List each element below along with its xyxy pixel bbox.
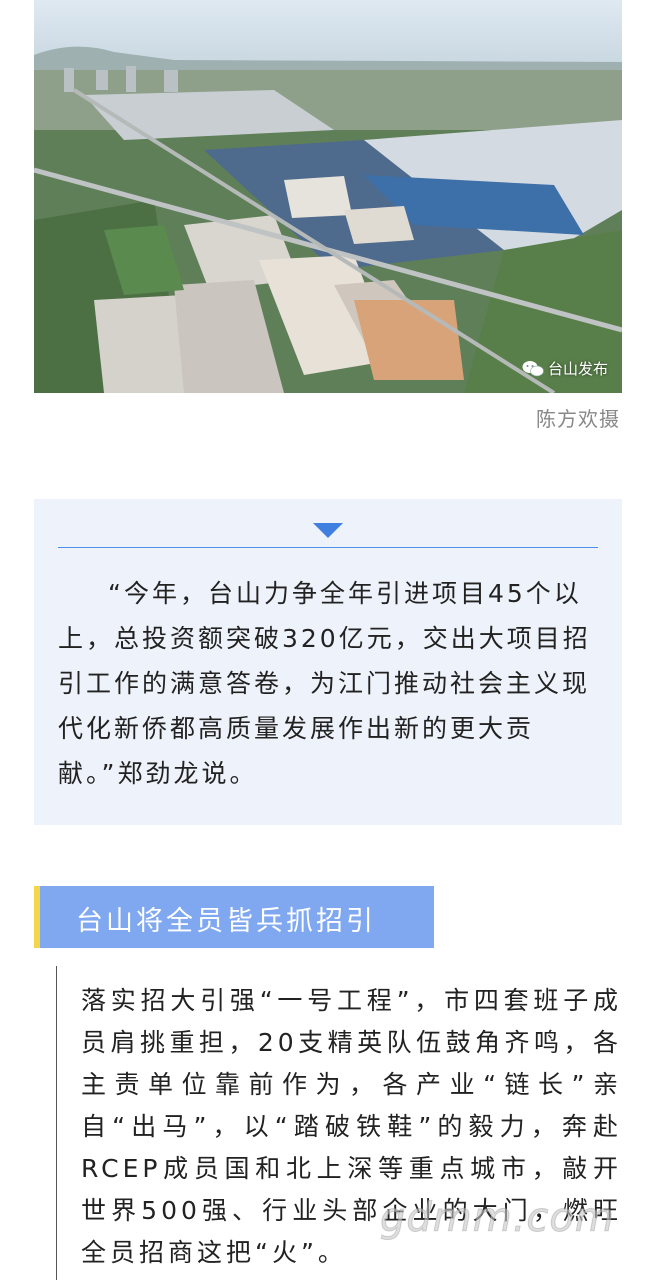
quote-divider: [58, 547, 598, 548]
aerial-photo: 台山发布: [34, 0, 622, 393]
photo-caption: 陈方欢摄: [536, 407, 620, 431]
quote-text: “今年，台山力争全年引进项目45个以上，总投资额突破320亿元，交出大项目招引工…: [58, 579, 591, 788]
site-watermark: gdmm.com: [380, 1195, 615, 1242]
wechat-icon: [522, 360, 544, 376]
photo-watermark: 台山发布: [522, 358, 608, 379]
triangle-down-icon: [313, 523, 343, 538]
section-title: 台山将全员皆兵抓招引: [76, 906, 376, 937]
industrial-park-aerial-image: [34, 0, 622, 393]
section-title-banner: 台山将全员皆兵抓招引: [34, 886, 434, 948]
quote-box: “今年，台山力争全年引进项目45个以上，总投资额突破320亿元，交出大项目招引工…: [34, 499, 622, 825]
photo-watermark-label: 台山发布: [547, 360, 608, 378]
